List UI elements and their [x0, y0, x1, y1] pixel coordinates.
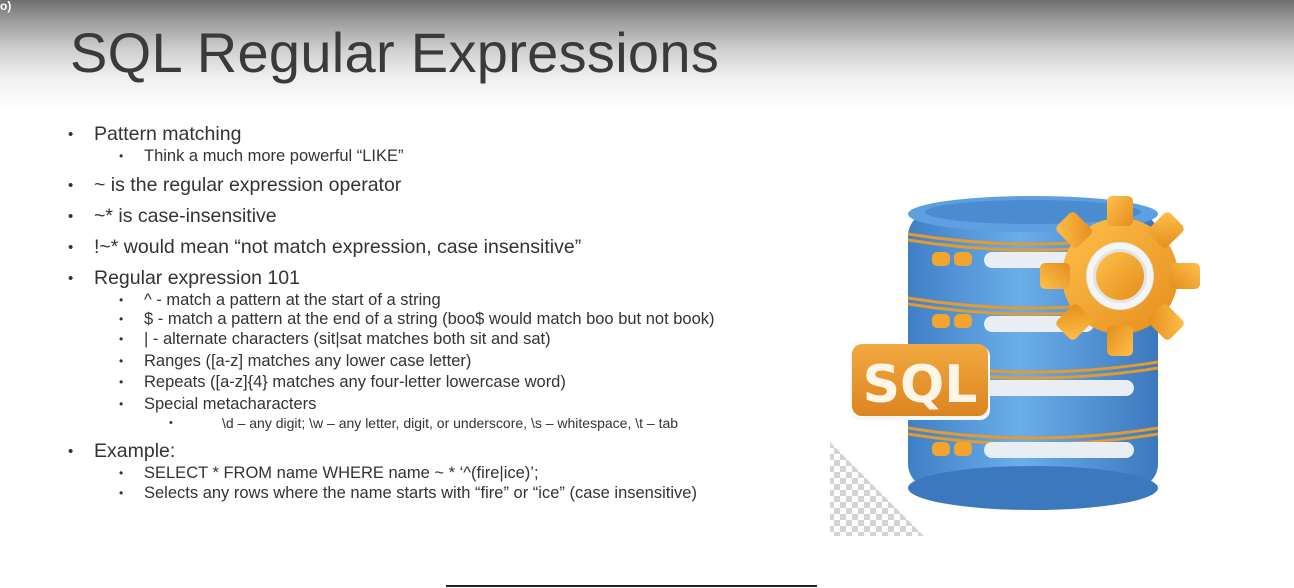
- bullet-selects-rows: Selects any rows where the name starts w…: [66, 484, 744, 504]
- bullet-select-statement: SELECT * FROM name WHERE name ~ * ‘^(fir…: [66, 464, 786, 484]
- slide-title: SQL Regular Expressions: [70, 21, 720, 84]
- bullet-example: Example:: [66, 439, 786, 464]
- bullet-caret: ^ - match a pattern at the start of a st…: [66, 291, 786, 311]
- sql-badge-text: SQL: [863, 355, 978, 415]
- bullet-pipe: | - alternate characters (sit|sat matche…: [66, 330, 786, 350]
- bullet-metachars: \d – any digit; \w – any letter, digit, …: [66, 414, 786, 433]
- bullet-ranges: Ranges ([a-z] matches any lower case let…: [66, 352, 786, 372]
- bullet-dollar: $ - match a pattern at the end of a stri…: [66, 311, 744, 330]
- bullet-special-metacharacters: Special metacharacters: [66, 395, 786, 415]
- bullet-not-match: !~* would mean “not match expression, ca…: [66, 235, 786, 260]
- bullet-think-like: Think a much more powerful “LIKE”: [66, 147, 786, 167]
- bullet-regex-101: Regular expression 101: [66, 266, 786, 291]
- database-gear-icon: SQL: [828, 190, 1208, 540]
- bullet-pattern-matching: Pattern matching: [66, 122, 786, 147]
- bottom-divider: [446, 585, 817, 587]
- bullet-repeats: Repeats ([a-z]{4} matches any four-lette…: [66, 373, 786, 393]
- bullet-tilde-operator: ~ is the regular expression operator: [66, 173, 786, 198]
- bullet-list: Pattern matching Think a much more power…: [66, 122, 786, 504]
- bullet-case-insensitive: ~* is case-insensitive: [66, 204, 786, 229]
- corner-label: o): [0, 0, 12, 13]
